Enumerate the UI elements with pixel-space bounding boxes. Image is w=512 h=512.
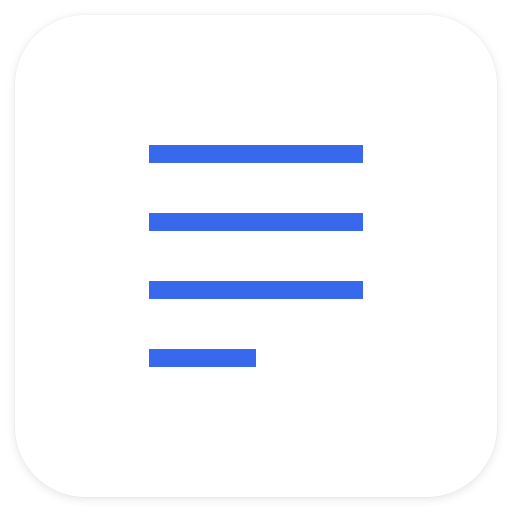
text-line-3 bbox=[149, 281, 363, 299]
text-align-left-icon bbox=[0, 0, 512, 512]
text-line-4-short bbox=[149, 349, 256, 367]
app-icon-canvas bbox=[0, 0, 512, 512]
text-line-1 bbox=[149, 145, 363, 163]
text-line-2 bbox=[149, 213, 363, 231]
